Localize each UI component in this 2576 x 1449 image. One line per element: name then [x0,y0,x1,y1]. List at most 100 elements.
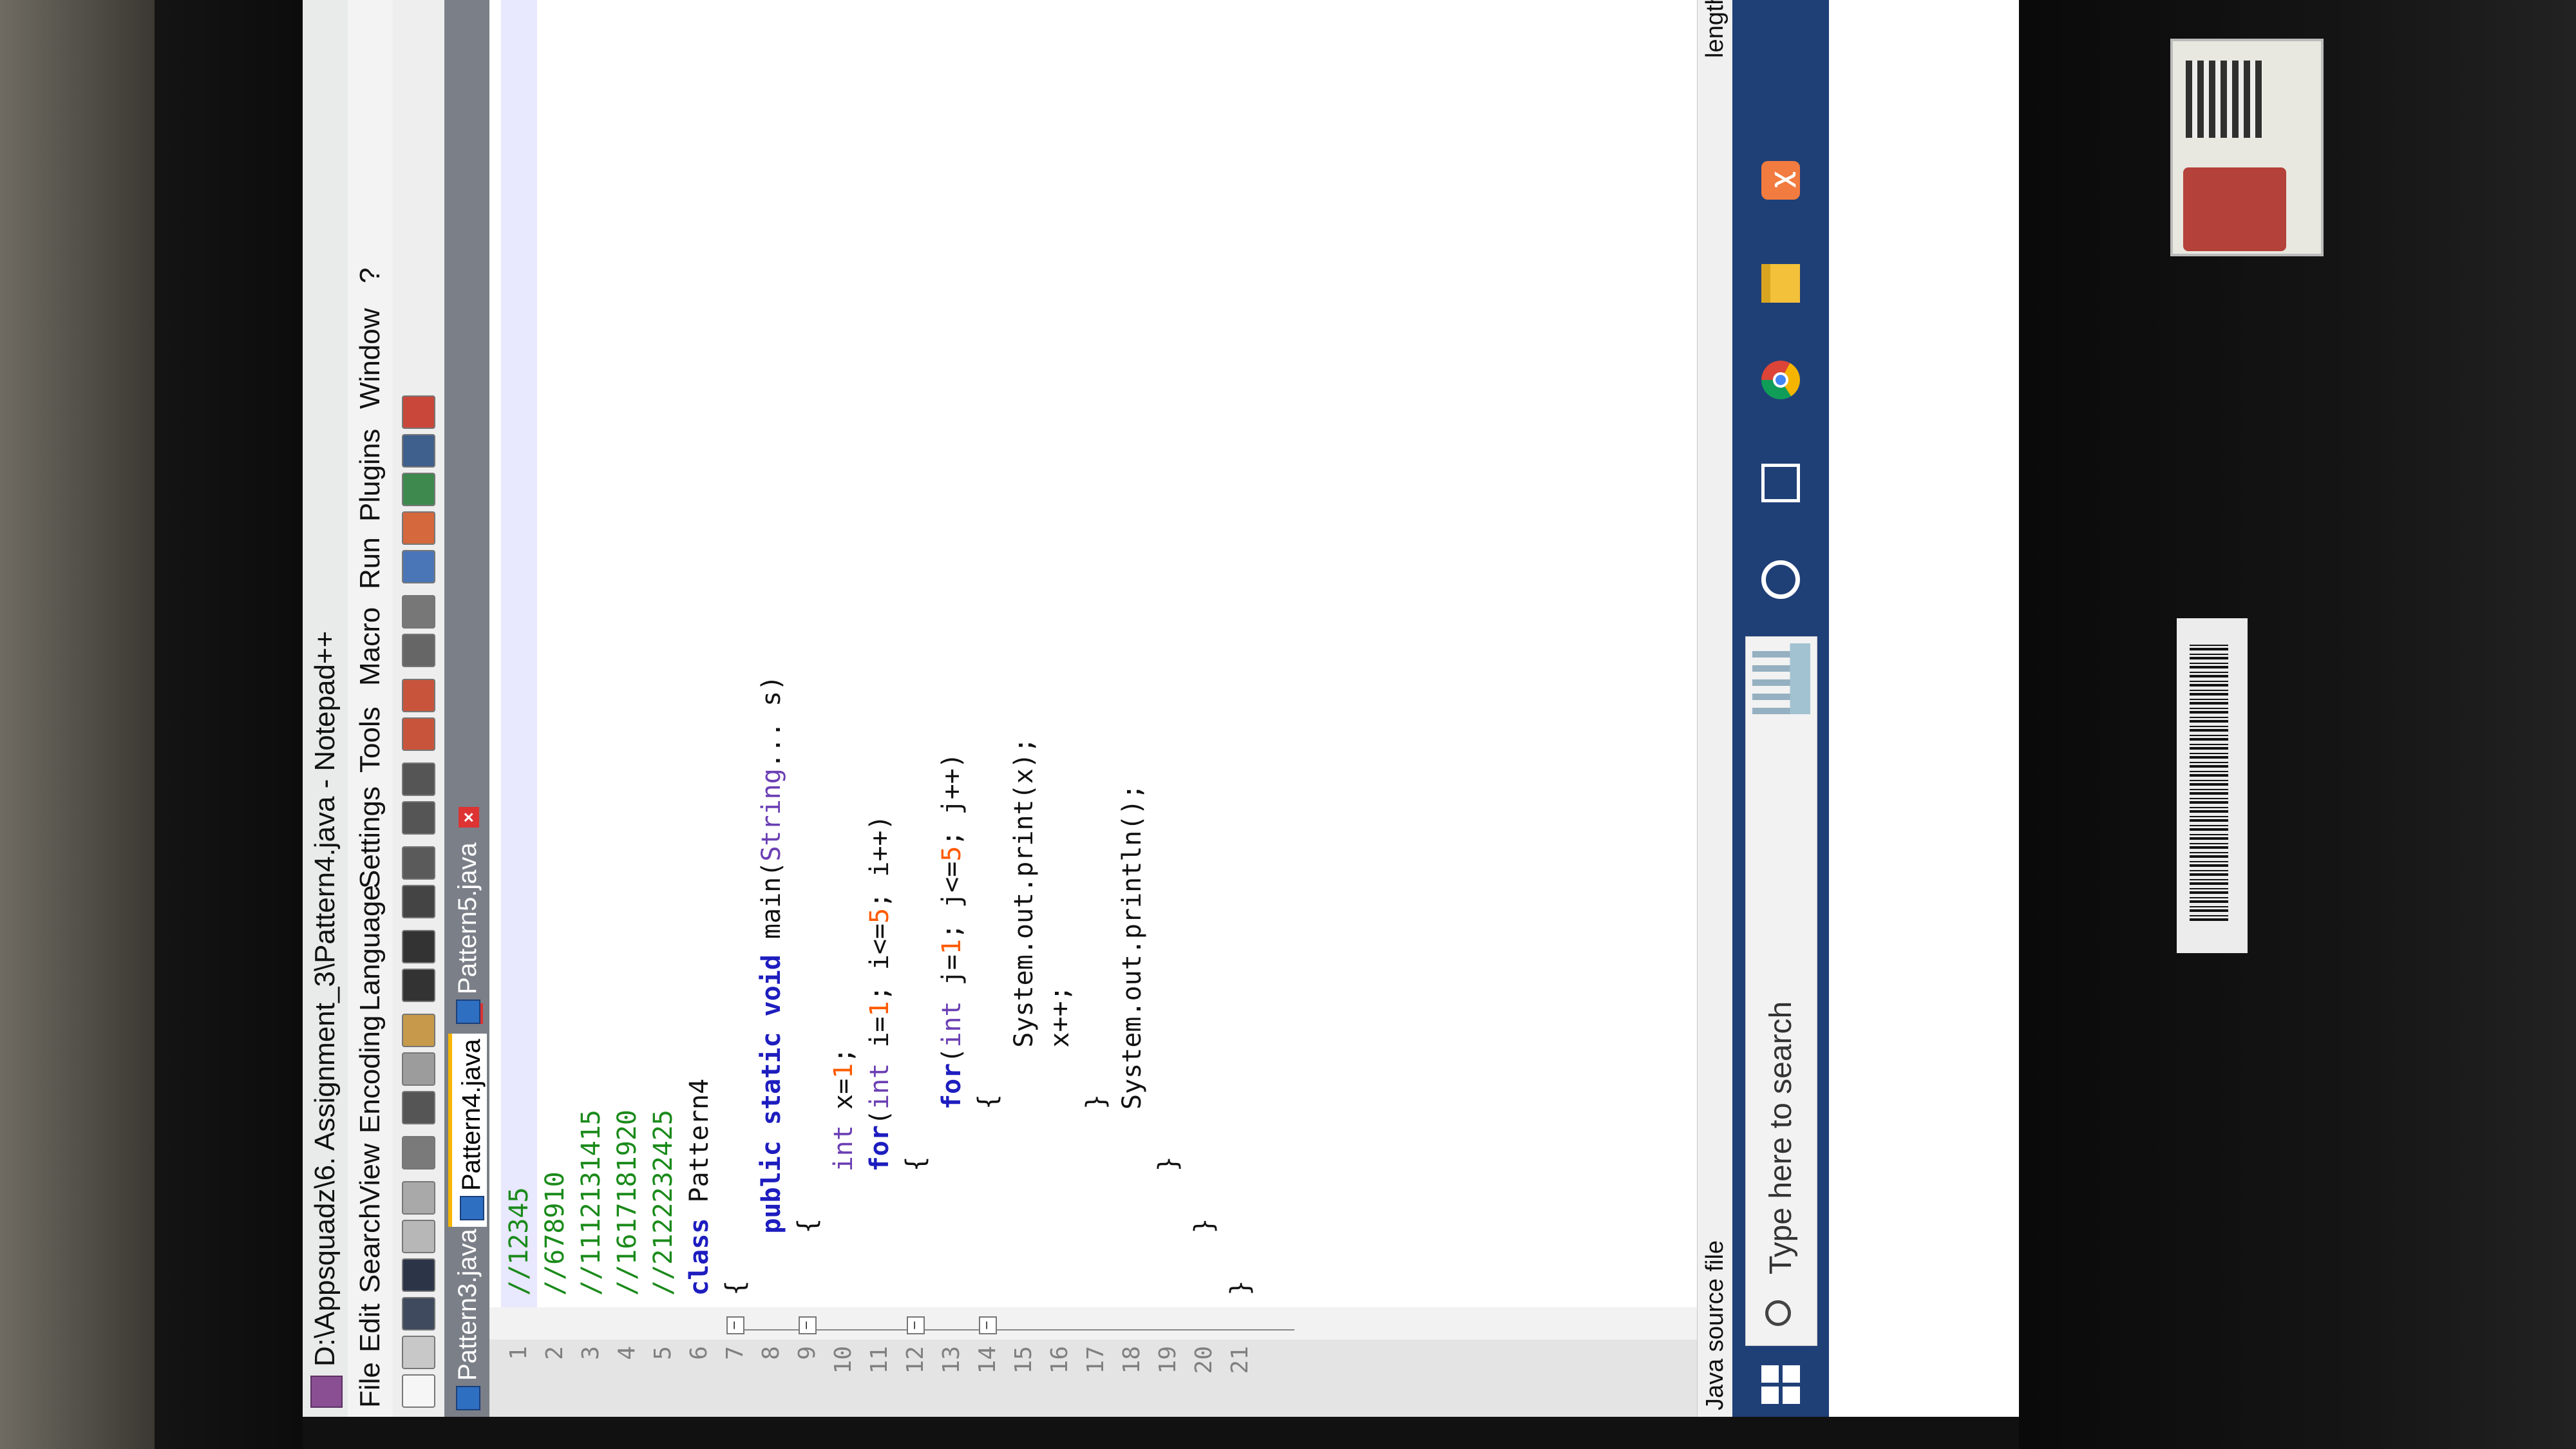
monitoring-icon[interactable] [402,434,435,468]
menu-search[interactable]: Search [348,1204,393,1293]
code-line[interactable]: int x=1; [826,0,862,1307]
xampp-icon[interactable]: ꭓ [1761,161,1800,200]
menu-window[interactable]: Window [348,308,393,410]
code-line-text: } [1153,1156,1183,1296]
replace-icon[interactable] [402,846,435,880]
menu-plugins[interactable]: Plugins [348,429,393,522]
code-line[interactable]: } [1150,0,1186,1307]
close-all-icon[interactable] [402,1181,435,1215]
code-line[interactable]: } [1186,0,1222,1307]
sync-scroll-icon[interactable] [402,717,435,751]
taskbar: Type here to search ꭓ [1732,0,1829,1417]
fold-toggle-icon[interactable]: − [726,1316,744,1334]
redo-icon[interactable] [402,930,435,963]
tab-bar: Pattern3.java × Pattern4.java × Pattern5… [444,0,489,1417]
code-line-text: //12345 [504,1187,534,1296]
code-line-text: { [973,1094,1003,1296]
file-explorer-icon[interactable] [1761,264,1800,303]
fold-toggle-icon[interactable]: − [978,1316,997,1334]
menu-edit[interactable]: Edit [348,1303,393,1352]
code-line[interactable]: for(int j=1; j<=5; j++) [934,0,970,1307]
code-line[interactable]: //2122232425 [645,0,681,1307]
line-number: 3 [578,1346,604,1360]
code-line[interactable]: {− [790,0,826,1334]
line-number: 20 [1191,1346,1217,1374]
find-icon[interactable] [402,885,435,918]
code-line[interactable]: x++; [1042,0,1078,1307]
tab-pattern5[interactable]: Pattern5.java × [448,807,487,1030]
line-number: 14 [974,1346,1001,1374]
fold-margin [489,1307,1697,1340]
windows-start-icon[interactable] [1761,1365,1800,1404]
code-line[interactable]: //1617181920 [609,0,645,1307]
code-line[interactable]: //678910 [537,0,573,1307]
copy-icon[interactable] [402,1052,435,1086]
paste-icon[interactable] [402,1014,435,1047]
indent-guide-icon[interactable] [402,595,435,629]
zoom-out-icon[interactable] [402,762,435,796]
code-line[interactable]: {− [898,0,934,1334]
menu-file[interactable]: File [348,1362,393,1408]
menu-language[interactable]: Language [348,885,393,1011]
length-label: length [1701,0,1728,58]
code-editor[interactable]: 1 2 3 4 5 6 7 8 9 10 11 12 13 14 15 16 17 18 19 20 21 //1234… [489,0,1697,1417]
menu-view[interactable]: View [348,1143,393,1204]
tab-label: Pattern5.java [453,842,482,994]
java-file-icon [456,1386,480,1410]
menu-macro[interactable]: Macro [348,607,393,686]
menu-encoding[interactable]: Encoding [348,1016,393,1133]
code-line[interactable]: System.out.println(); [1114,0,1150,1307]
code-line[interactable]: //1112131415 [573,0,609,1307]
code-line[interactable]: public static void main(String... s) [753,0,790,1307]
code-line[interactable]: System.out.print(x); [1006,0,1042,1307]
line-number: 4 [614,1346,640,1360]
cortana-icon[interactable] [1761,560,1800,599]
print-icon[interactable] [402,1136,435,1170]
code-line[interactable]: } [1078,0,1114,1307]
close-icon[interactable] [402,1220,435,1253]
code-line-text: } [1226,1280,1255,1296]
open-file-icon[interactable] [402,1336,435,1369]
cut-icon[interactable] [402,1091,435,1124]
code-line-text: { [721,1280,750,1296]
zoom-in-icon[interactable] [402,801,435,835]
line-number: 10 [830,1346,857,1374]
doc-map-icon[interactable] [402,550,435,583]
show-all-chars-icon[interactable] [402,634,435,667]
function-list-icon[interactable] [402,511,435,545]
code-line[interactable]: {− [970,0,1006,1334]
record-macro-icon[interactable] [402,395,435,429]
folder-workspace-icon[interactable] [402,473,435,506]
save-icon[interactable] [402,1297,435,1331]
fold-toggle-icon[interactable]: − [798,1316,817,1334]
line-number: 16 [1046,1346,1073,1374]
tab-pattern4[interactable]: Pattern4.java × [448,1003,487,1227]
code-line[interactable]: {− [717,0,753,1334]
code-line[interactable]: class Pattern4 [681,0,717,1307]
undo-icon[interactable] [402,969,435,1002]
title-bar: D:\Appsquadz\6. Assignment_3\Pattern4.ja… [303,0,348,1417]
taskbar-search-box[interactable]: Type here to search [1745,636,1817,1346]
fold-toggle-icon[interactable]: − [906,1316,925,1334]
line-number: 21 [1227,1346,1253,1374]
code-line-text: //2122232425 [649,1110,678,1296]
task-view-icon[interactable] [1761,464,1800,502]
code-line[interactable]: } [1222,0,1258,1307]
menu-settings[interactable]: Settings [348,786,393,889]
menu-tools[interactable]: Tools [348,706,393,773]
code-line[interactable]: for(int i=1; i<=5; i++) [862,0,898,1307]
tab-close-icon[interactable]: × [459,807,480,828]
menu-help[interactable]: ? [348,268,393,283]
new-file-icon[interactable] [402,1374,435,1408]
red-sticker [2183,167,2286,251]
code-line[interactable]: //12345 [501,0,537,1307]
background-wall [0,0,155,1449]
tab-pattern3[interactable]: Pattern3.java × [448,1193,487,1417]
code-line-text: { [901,1156,931,1296]
word-wrap-icon[interactable] [402,679,435,712]
save-all-icon[interactable] [402,1258,435,1292]
chrome-icon[interactable] [1761,361,1800,399]
code-area[interactable]: //12345//678910//1112131415//1617181920/… [489,0,1697,1334]
line-number: 8 [758,1346,784,1360]
menu-run[interactable]: Run [348,537,393,589]
